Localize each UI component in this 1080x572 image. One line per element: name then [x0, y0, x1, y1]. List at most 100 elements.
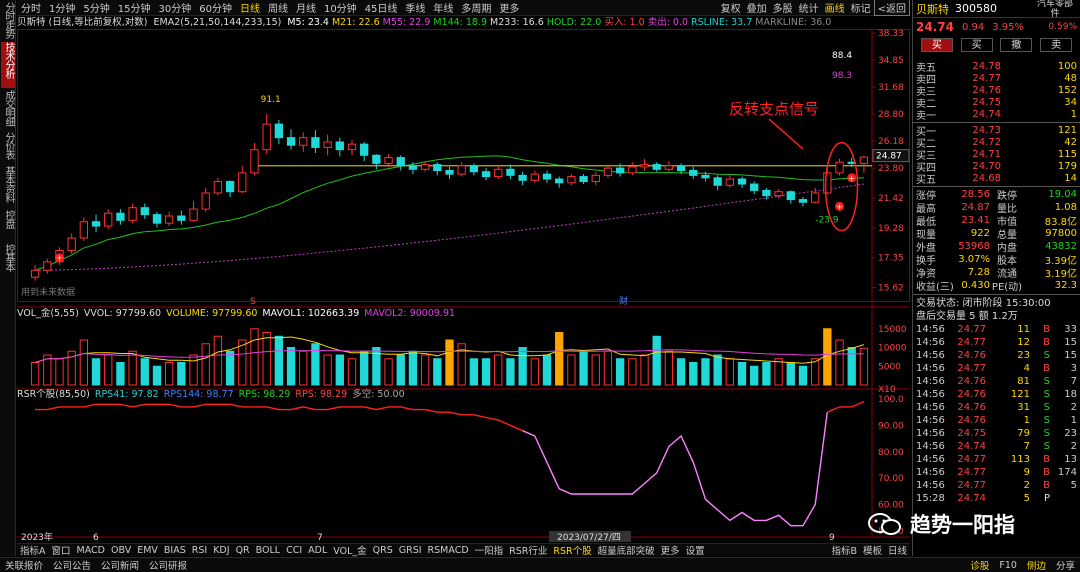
period-0[interactable]: 分时	[17, 0, 45, 15]
trade-side: S	[1043, 427, 1050, 439]
trade-row: 14:56 24.77 11 B 33	[913, 323, 1080, 336]
period-12[interactable]: 年线	[429, 0, 457, 15]
candle-body	[835, 161, 844, 174]
indicator-tab-2[interactable]: MACD	[74, 545, 108, 556]
indicator-tab-0[interactable]: 指标A	[17, 543, 49, 557]
indicator-tab-5[interactable]: BIAS	[161, 545, 189, 556]
volume-tick-label: 10000	[878, 344, 907, 354]
indicator-tab-10[interactable]: CCI	[283, 545, 305, 556]
bottom-right-0[interactable]: 指标B	[828, 543, 860, 557]
indicator-tab-18[interactable]: RSR个股	[550, 543, 594, 557]
status-side[interactable]: 侧边	[1022, 558, 1051, 572]
trade-volume: 121	[1010, 388, 1030, 400]
candle-body	[213, 181, 223, 194]
period-11[interactable]: 季线	[401, 0, 429, 15]
status-announce[interactable]: 公司公告	[48, 558, 96, 572]
left-tab-5[interactable]: 控盘	[1, 210, 15, 240]
period-9[interactable]: 10分钟	[320, 0, 361, 15]
status-share[interactable]: 分享	[1051, 558, 1080, 572]
industry-label[interactable]: 汽车零部件	[1033, 0, 1077, 19]
period-6[interactable]: 日线	[236, 0, 264, 15]
period-8[interactable]: 月线	[292, 0, 320, 15]
volume-bar	[810, 358, 820, 386]
bottom-right-1[interactable]: 模板	[860, 543, 885, 557]
indicator-tab-20[interactable]: 更多	[658, 543, 683, 557]
rsr-tick-label: 70.00	[878, 474, 904, 484]
left-tab-2[interactable]: 成交明细	[1, 90, 15, 130]
tool-overlay[interactable]: 叠加	[744, 0, 770, 15]
left-tab-1[interactable]: 技术分析	[1, 42, 15, 88]
indicator-tab-8[interactable]: QR	[233, 545, 253, 556]
trade-row: 14:56 24.77 12 B 15	[913, 336, 1080, 349]
trade-price: 24.77	[957, 362, 986, 374]
ma-value-0: M5: 23.4	[287, 17, 329, 28]
status-quote[interactable]: 关联报价	[0, 558, 48, 572]
current-price: 24.74	[916, 20, 954, 34]
volume-bar	[299, 350, 308, 386]
trade-time: 14:56	[916, 349, 945, 361]
left-tab-0[interactable]: 分时走势	[1, 2, 15, 40]
left-tab-6[interactable]: 控基本	[1, 244, 15, 280]
status-f10[interactable]: F10	[994, 560, 1022, 571]
indicator-tab-12[interactable]: VOL_金	[330, 543, 369, 557]
indicator-tab-21[interactable]: 设置	[683, 543, 708, 557]
tool-stats[interactable]: 统计	[796, 0, 822, 15]
indicator-tab-7[interactable]: KDJ	[210, 545, 232, 556]
indicator-tab-4[interactable]: EMV	[134, 545, 161, 556]
buy-button-2[interactable]: 买	[960, 38, 993, 52]
period-7[interactable]: 周线	[264, 0, 292, 15]
stat-value: 24.87	[961, 201, 990, 213]
indicator-tab-1[interactable]: 窗口	[49, 543, 74, 557]
period-10[interactable]: 45日线	[361, 0, 402, 15]
candle-body	[469, 165, 479, 173]
tool-mark[interactable]: 标记	[848, 0, 874, 15]
chart-area[interactable]: 38.33 34.85 31.68 28.80 26.18 23.80 21.42 19.28…	[17, 29, 910, 543]
period-4[interactable]: 30分钟	[154, 0, 195, 15]
period-13[interactable]: 多周期	[457, 0, 495, 15]
high-label: 91.1	[261, 95, 281, 105]
bottom-right-2[interactable]: 日线	[885, 543, 910, 557]
tool-fuquan[interactable]: 复权	[718, 0, 744, 15]
indicator-tab-9[interactable]: BOLL	[253, 545, 283, 556]
indicator-tab-19[interactable]: 超量底部突破	[595, 543, 658, 557]
candle-body	[640, 164, 649, 168]
status-news[interactable]: 公司新闻	[96, 558, 144, 572]
volume-bar	[762, 362, 771, 386]
trade-side: B	[1043, 323, 1050, 335]
rsr-line	[827, 400, 865, 413]
period-14[interactable]: 更多	[495, 0, 523, 15]
candle-body	[530, 173, 539, 181]
indicator-tab-3[interactable]: OBV	[108, 545, 134, 556]
indicator-tab-14[interactable]: GRSI	[396, 545, 425, 556]
indicator-tab-11[interactable]: ADL	[305, 545, 330, 556]
status-research[interactable]: 公司研报	[144, 558, 192, 572]
indicator-tab-16[interactable]: 一阳指	[472, 543, 507, 557]
period-5[interactable]: 60分钟	[195, 0, 236, 15]
tool-multi-stock[interactable]: 多股	[770, 0, 796, 15]
sell-button[interactable]: 卖	[1040, 38, 1073, 52]
cancel-order-button[interactable]: 撤	[1000, 38, 1033, 52]
ma-value-8: RSLINE: 33.7	[691, 17, 753, 28]
period-2[interactable]: 5分钟	[79, 0, 113, 15]
trade-volume: 113	[1010, 453, 1030, 465]
period-1[interactable]: 1分钟	[45, 0, 79, 15]
candle-body	[518, 174, 527, 181]
tool-draw-line[interactable]: 画线	[822, 0, 848, 15]
trade-ticks: 14:56 24.77 11 B 33 14:56 24.77 12 B 15 14:56 24.76…	[913, 323, 1080, 505]
status-diagnose[interactable]: 诊股	[965, 558, 994, 572]
price-tick-label: 28.80	[878, 110, 904, 120]
period-3[interactable]: 15分钟	[114, 0, 155, 15]
volume-bar	[445, 339, 454, 386]
left-tab-3[interactable]: 分价表	[1, 132, 15, 168]
volume-bar	[469, 358, 479, 386]
volume-bar	[664, 350, 674, 386]
indicator-tab-6[interactable]: RSI	[189, 545, 210, 556]
indicator-tab-15[interactable]: RSMACD	[425, 545, 472, 556]
buy-button[interactable]: 买	[920, 38, 953, 52]
back-button[interactable]: <返回	[873, 0, 910, 16]
left-tab-4[interactable]: 基本资料	[1, 166, 15, 206]
stat-value-2: 19.04	[1048, 188, 1077, 200]
volume-tick-label: 15000	[878, 325, 907, 335]
indicator-tab-17[interactable]: RSR行业	[506, 543, 550, 557]
indicator-tab-13[interactable]: QRS	[370, 545, 396, 556]
